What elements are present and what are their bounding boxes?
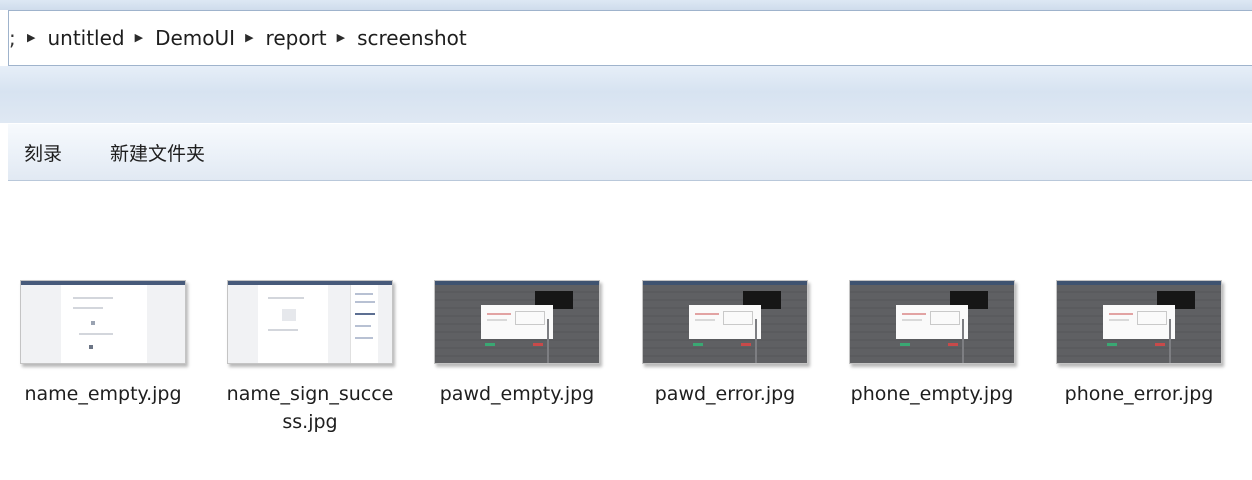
file-name[interactable]: phone_error.jpg	[1054, 380, 1224, 408]
breadcrumb-item-untitled[interactable]: untitled	[47, 26, 124, 50]
file-thumbnail[interactable]	[1056, 280, 1222, 364]
window-frame-top	[0, 0, 1252, 10]
menu-band	[0, 66, 1252, 123]
file-thumbnail[interactable]	[849, 280, 1015, 364]
breadcrumb-item-report[interactable]: report	[266, 26, 327, 50]
file-item[interactable]: pawd_error.jpg	[630, 280, 820, 408]
breadcrumb-item-demoui[interactable]: DemoUI	[155, 26, 235, 50]
address-bar[interactable]: ; ▶ untitled ▶ DemoUI ▶ report ▶ screens…	[8, 10, 1252, 66]
file-item[interactable]: phone_error.jpg	[1044, 280, 1234, 408]
file-item[interactable]: name_sign_success.jpg	[215, 280, 405, 436]
new-folder-button[interactable]: 新建文件夹	[104, 135, 211, 170]
file-thumbnail[interactable]	[20, 280, 186, 364]
file-thumbnail[interactable]	[642, 280, 808, 364]
triangle-right-icon[interactable]: ▶	[245, 31, 253, 44]
file-name[interactable]: name_empty.jpg	[18, 380, 188, 408]
breadcrumb-item-screenshot[interactable]: screenshot	[357, 26, 467, 50]
file-name[interactable]: pawd_empty.jpg	[432, 380, 602, 408]
file-name[interactable]: name_sign_success.jpg	[225, 380, 395, 436]
triangle-right-icon[interactable]: ▶	[135, 31, 143, 44]
triangle-right-icon[interactable]: ▶	[337, 31, 345, 44]
file-item[interactable]: pawd_empty.jpg	[422, 280, 612, 408]
file-thumbnail[interactable]	[434, 280, 600, 364]
file-item[interactable]: phone_empty.jpg	[837, 280, 1027, 408]
file-view: name_empty.jpg name_sign_success.jpg paw…	[8, 182, 1252, 480]
triangle-right-icon[interactable]: ▶	[27, 31, 35, 44]
burn-button[interactable]: 刻录	[18, 135, 68, 170]
file-name[interactable]: phone_empty.jpg	[847, 380, 1017, 408]
file-item[interactable]: name_empty.jpg	[8, 280, 198, 408]
command-toolbar: 刻录 新建文件夹	[8, 123, 1252, 181]
breadcrumb-overflow-fragment: ;	[9, 26, 16, 50]
file-name[interactable]: pawd_error.jpg	[640, 380, 810, 408]
file-thumbnail[interactable]	[227, 280, 393, 364]
